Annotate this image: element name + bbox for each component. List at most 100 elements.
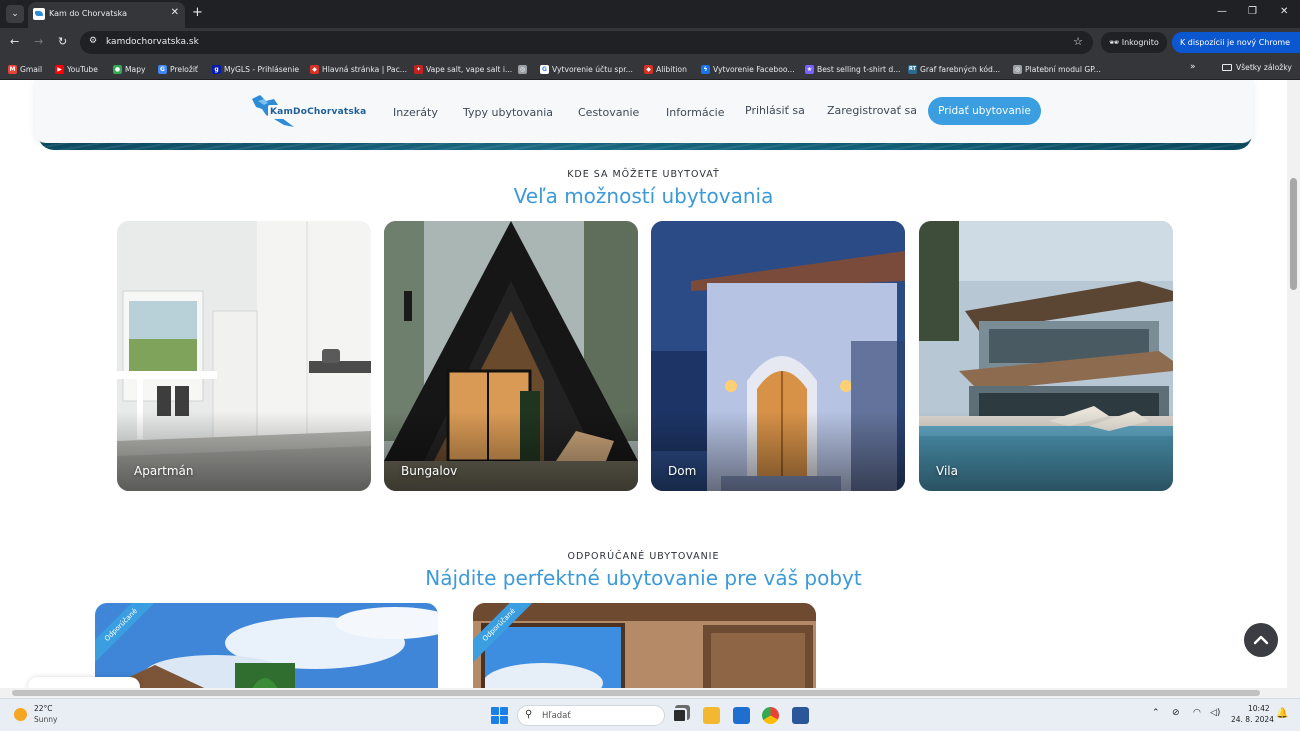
bookmarks-bar: M Gmail ▶ YouTube ● Mapy G Preložiť g MyGLS -… <box>0 57 1300 80</box>
logo-text: KamDoChorvatska <box>270 107 367 117</box>
site-info-icon[interactable]: ⚙ <box>89 36 97 46</box>
minimize-button[interactable]: — <box>1217 6 1227 17</box>
tab-title: Kam do Chorvatska <box>49 9 128 18</box>
featured-eyebrow: ODPORÚČANÉ UBYTOVANIE <box>567 551 720 562</box>
card-vila[interactable]: Vila <box>919 221 1173 491</box>
volume-icon[interactable]: ◁) <box>1210 708 1220 718</box>
tab-search-chevron-icon[interactable]: ⌄ <box>6 5 24 23</box>
task-view-icon[interactable] <box>672 708 687 723</box>
vertical-scrollbar[interactable] <box>1287 80 1300 688</box>
bookmark-label: Vytvorenie účtu spr... <box>552 64 633 74</box>
bookmarks-overflow-icon[interactable]: » <box>1190 62 1196 72</box>
bookmark-vape[interactable]: ✦ Vape salt, vape salt i... <box>414 63 512 75</box>
url-text[interactable]: kamdochorvatska.sk <box>106 37 199 47</box>
bookmark-gmail[interactable]: M Gmail <box>8 63 42 75</box>
globe-icon: ◎ <box>1013 64 1022 74</box>
browser-toolbar: ← → ↻ ⚙ kamdochorvatska.sk ☆ 🕶 Inkognito… <box>0 28 1300 57</box>
nav-informacie[interactable]: Informácie <box>666 106 724 119</box>
tray-overflow-icon[interactable]: ⌃ <box>1152 708 1160 718</box>
wifi-icon[interactable]: ◠ <box>1193 708 1201 718</box>
bookmark-youtube[interactable]: ▶ YouTube <box>55 63 98 75</box>
start-button[interactable] <box>491 707 508 724</box>
back-arrow-icon[interactable]: ← <box>10 35 19 48</box>
horizontal-scroll-thumb[interactable] <box>12 690 1260 696</box>
bookmark-prelozit[interactable]: G Preložiť <box>158 63 198 75</box>
word-icon[interactable] <box>792 707 809 724</box>
bookmark-vytvorenie-uctu[interactable]: G Vytvorenie účtu spr... <box>540 63 633 75</box>
address-bar[interactable]: ⚙ kamdochorvatska.sk ☆ <box>80 31 1093 54</box>
bookmark-label: Vape salt, vape salt i... <box>426 64 513 74</box>
youtube-icon: ▶ <box>55 64 64 74</box>
featured-heading: Nájdite perfektné ubytovanie pre váš pob… <box>425 566 862 590</box>
maps-icon: ● <box>113 64 122 74</box>
file-explorer-icon[interactable] <box>703 707 720 724</box>
forward-arrow-icon[interactable]: → <box>34 35 43 48</box>
incognito-label: Inkognito <box>1121 38 1159 47</box>
featured-photo-beach <box>95 603 438 688</box>
bookmark-star-icon[interactable]: ☆ <box>1073 35 1083 48</box>
new-tab-button[interactable]: + <box>192 5 203 20</box>
weather-temperature[interactable]: 22°C <box>34 704 53 713</box>
card-dom[interactable]: Dom <box>651 221 905 491</box>
bookmark-tshirt[interactable]: ★ Best selling t-shirt d... <box>805 63 900 75</box>
bookmark-label: Gmail <box>20 64 43 74</box>
sun-icon[interactable] <box>14 708 27 721</box>
nav-zaregistrovat-sa[interactable]: Zaregistrovať sa <box>827 104 917 117</box>
folder-icon <box>1222 64 1232 71</box>
mail-icon[interactable] <box>733 707 750 724</box>
featured-listing-1[interactable]: Odporúčané <box>95 603 438 688</box>
reload-icon[interactable]: ↻ <box>58 35 67 48</box>
bookmark-mapy[interactable]: ● Mapy <box>113 63 146 75</box>
vertical-scroll-thumb[interactable] <box>1290 178 1297 290</box>
bookmark-label: Alibition <box>656 64 687 74</box>
scroll-to-top-button[interactable] <box>1244 623 1278 657</box>
bolt-icon: ϟ <box>701 64 710 74</box>
close-window-button[interactable]: ✕ <box>1280 6 1288 17</box>
incognito-indicator[interactable]: 🕶 Inkognito <box>1101 32 1167 53</box>
clock-date[interactable]: 24. 8. 2024 <box>1231 715 1274 724</box>
all-bookmarks[interactable]: Všetky záložky <box>1222 63 1292 72</box>
gls-icon: g <box>212 64 221 74</box>
card-shade <box>117 411 371 491</box>
bookmark-label: YouTube <box>67 64 98 74</box>
kebab-menu-icon[interactable]: ⋮ <box>1296 32 1300 53</box>
bookmark-facebook[interactable]: ϟ Vytvorenie Faceboo... <box>701 63 795 75</box>
globe-icon: ◎ <box>518 64 527 74</box>
card-apartman[interactable]: Apartmán <box>117 221 371 491</box>
add-accommodation-button[interactable]: Pridať ubytovanie <box>928 97 1041 125</box>
bookmark-graf[interactable]: RT Graf farebných kód... <box>908 63 1000 75</box>
browser-tab[interactable]: Kam do Chorvatska ✕ <box>28 2 185 28</box>
star-icon: ★ <box>805 64 814 74</box>
chat-widget[interactable] <box>28 677 140 688</box>
taskbar-search[interactable]: ⚲ Hľadať <box>517 705 665 726</box>
featured-photo-room <box>473 603 816 688</box>
site-logo[interactable]: KamDoChorvatska <box>248 93 367 129</box>
bookmark-globe[interactable]: ◎ <box>518 63 527 75</box>
horizontal-scrollbar[interactable] <box>0 688 1300 698</box>
notification-bell-icon[interactable]: 🔔 <box>1276 708 1288 719</box>
nav-cestovanie[interactable]: Cestovanie <box>578 106 639 119</box>
windows-logo-tile <box>500 707 508 715</box>
featured-listing-2[interactable]: Odporúčané <box>473 603 816 688</box>
chrome-icon[interactable] <box>762 707 779 724</box>
chrome-update-button[interactable]: K dispozícii je nový Chrome ⋮ <box>1172 32 1300 53</box>
clock-time[interactable]: 10:42 <box>1248 704 1270 713</box>
nav-prihlasit-sa[interactable]: Prihlásiť sa <box>745 104 805 117</box>
rt-icon: RT <box>908 64 917 74</box>
card-label: Dom <box>668 464 697 478</box>
network-icon[interactable]: ⊘ <box>1172 708 1180 718</box>
card-bungalov[interactable]: Bungalov <box>384 221 638 491</box>
tab-close-icon[interactable]: ✕ <box>171 7 179 18</box>
maximize-button[interactable]: ❐ <box>1248 6 1257 17</box>
nav-typy-ubytovania[interactable]: Typy ubytovania <box>463 106 553 119</box>
nav-inzeraty[interactable]: Inzeráty <box>393 106 438 119</box>
weather-description[interactable]: Sunny <box>34 715 57 724</box>
incognito-icon: 🕶 <box>1109 38 1122 47</box>
bookmark-pac[interactable]: ◆ Hlavná stránka | Pac... <box>310 63 407 75</box>
bookmark-mygls[interactable]: g MyGLS - Prihlásenie <box>212 63 299 75</box>
bookmark-platebni[interactable]: ◎ Platební modul GP... <box>1013 63 1101 75</box>
section-heading: Veľa možností ubytovania <box>513 184 774 208</box>
shield-icon: ◆ <box>644 64 653 74</box>
bookmark-alibition[interactable]: ◆ Alibition <box>644 63 687 75</box>
card-label: Bungalov <box>401 464 458 478</box>
